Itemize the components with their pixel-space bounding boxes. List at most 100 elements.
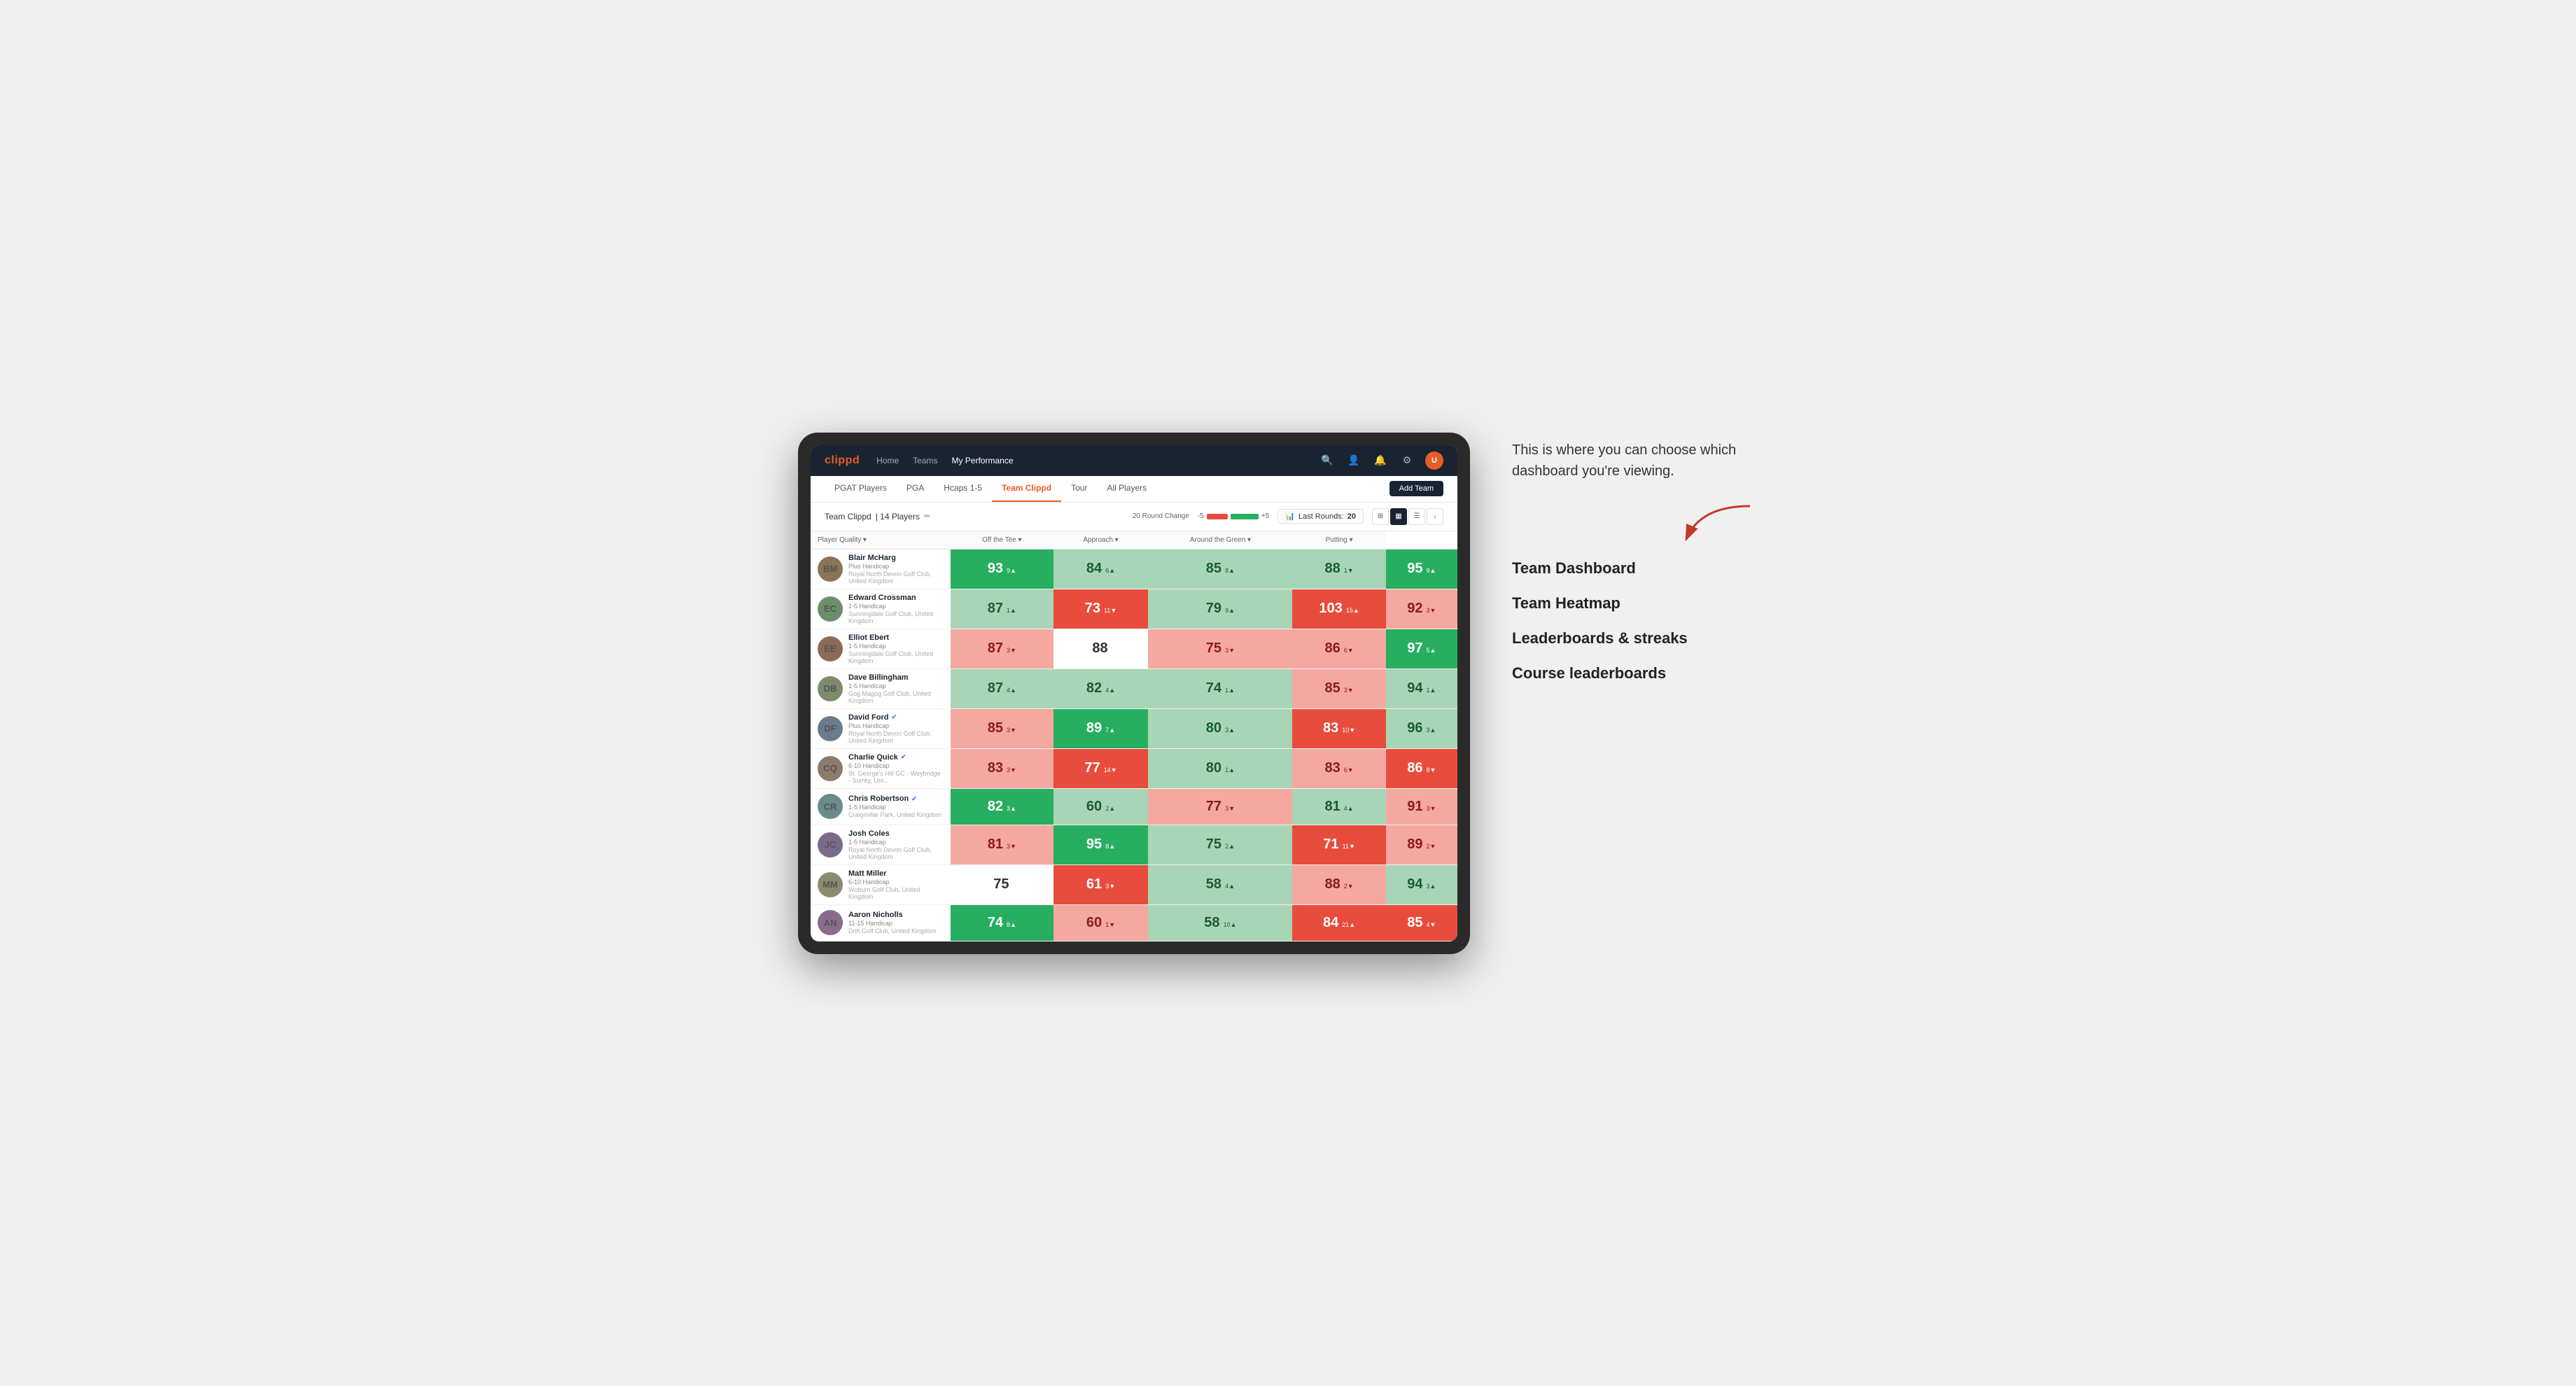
player-info: Dave Billingham 1-5 Handicap Gog Magog G… (848, 673, 944, 704)
metric-change: 1▲ (1427, 687, 1436, 694)
logo: clippd (825, 454, 860, 467)
player-info: Elliot Ebert 1-5 Handicap Sunningdale Go… (848, 634, 944, 664)
approach-cell: 74 1▲ (1148, 668, 1292, 708)
bell-icon[interactable]: 🔔 (1372, 452, 1389, 469)
metric-value: 87 (988, 640, 1003, 656)
metric-change: 1▼ (1344, 567, 1354, 574)
player-avatar: DB (818, 676, 843, 701)
player-hcp: 1-5 Handicap (848, 804, 941, 811)
player-hcp: Plus Handicap (848, 722, 944, 729)
settings-icon[interactable]: ⚙ (1399, 452, 1415, 469)
player-quality-cell: 85 3▼ (951, 708, 1054, 748)
metric-change: 3▼ (1225, 805, 1235, 812)
player-avatar: MM (818, 872, 843, 897)
tab-all-players[interactable]: All Players (1097, 475, 1156, 502)
player-quality-cell: 74 8▲ (951, 904, 1054, 941)
metric-change: 3▼ (1225, 647, 1235, 654)
metric-value: 88 (1324, 561, 1340, 576)
option-leaderboards[interactable]: Leaderboards & streaks (1512, 629, 1778, 648)
tablet-frame: clippd Home Teams My Performance 🔍 👤 🔔 ⚙… (798, 433, 1470, 954)
table-row[interactable]: CQ Charlie Quick ✔ 6-10 Handicap St. Geo… (811, 748, 1457, 788)
option-course-leaderboards[interactable]: Course leaderboards (1512, 664, 1778, 682)
table-row[interactable]: EC Edward Crossman 1-5 Handicap Sunningd… (811, 589, 1457, 629)
edit-icon[interactable]: ✏ (924, 512, 930, 521)
nav-bar: clippd Home Teams My Performance 🔍 👤 🔔 ⚙… (811, 445, 1457, 476)
metric-change: 4▼ (1427, 921, 1436, 928)
player-info: Chris Robertson ✔ 1-5 Handicap Craigmill… (848, 794, 941, 818)
verified-icon: ✔ (911, 795, 917, 803)
tab-hcaps[interactable]: Hcaps 1-5 (934, 475, 992, 502)
search-icon[interactable]: 🔍 (1319, 452, 1336, 469)
neg-value: -5 (1198, 512, 1204, 520)
metric-value: 88 (1324, 876, 1340, 892)
off-tee-cell: 89 7▲ (1054, 708, 1149, 748)
putting-cell: 91 3▼ (1386, 788, 1457, 825)
last-rounds-button[interactable]: 📊 Last Rounds: 20 (1278, 509, 1364, 524)
metric-value: 75 (1206, 640, 1222, 656)
table-row[interactable]: EE Elliot Ebert 1-5 Handicap Sunningdale… (811, 629, 1457, 668)
nav-teams[interactable]: Teams (913, 453, 937, 468)
nav-my-performance[interactable]: My Performance (951, 453, 1013, 468)
grid-view-button[interactable]: ⊞ (1372, 508, 1389, 525)
table-row[interactable]: AN Aaron Nicholls 11-15 Handicap Drift G… (811, 904, 1457, 941)
table-row[interactable]: DF David Ford ✔ Plus Handicap Royal Nort… (811, 708, 1457, 748)
tab-pgat-players[interactable]: PGAT Players (825, 475, 897, 502)
player-name: Matt Miller (848, 869, 944, 878)
table-row[interactable]: BM Blair McHarg Plus Handicap Royal Nort… (811, 549, 1457, 589)
player-name: Blair McHarg (848, 554, 944, 562)
tab-pga[interactable]: PGA (897, 475, 934, 502)
heatmap-view-button[interactable]: ▦ (1390, 508, 1407, 525)
metric-value: 74 (1206, 680, 1222, 696)
metric-value: 94 (1407, 680, 1422, 696)
table-row[interactable]: MM Matt Miller 6-10 Handicap Woburn Golf… (811, 864, 1457, 904)
metric-change: 3▼ (1427, 805, 1436, 812)
player-cell: DB Dave Billingham 1-5 Handicap Gog Mago… (811, 668, 951, 708)
option-team-dashboard[interactable]: Team Dashboard (1512, 559, 1778, 578)
metric-change: 4▲ (1344, 805, 1354, 812)
pos-value: +5 (1261, 512, 1269, 520)
add-team-button[interactable]: Add Team (1390, 481, 1443, 496)
player-avatar: EE (818, 636, 843, 662)
approach-cell: 79 9▲ (1148, 589, 1292, 629)
player-name: Elliot Ebert (848, 634, 944, 642)
team-header: Team Clippd | 14 Players ✏ 20 Round Chan… (811, 503, 1457, 531)
off-tee-cell: 61 3▼ (1054, 864, 1149, 904)
table-row[interactable]: JC Josh Coles 1-5 Handicap Royal North D… (811, 825, 1457, 864)
around-green-cell: 103 15▲ (1292, 589, 1385, 629)
table-container: Player Quality ▾ Off the Tee ▾ Approach … (811, 531, 1457, 941)
metric-change: 3▼ (1007, 647, 1016, 654)
player-quality-cell: 87 3▼ (951, 629, 1054, 668)
option-team-heatmap[interactable]: Team Heatmap (1512, 594, 1778, 612)
metric-change: 2▲ (1105, 805, 1115, 812)
player-info: Josh Coles 1-5 Handicap Royal North Devo… (848, 830, 944, 860)
download-button[interactable]: ↓ (1427, 508, 1443, 525)
player-avatar: CQ (818, 756, 843, 781)
list-view-button[interactable]: ☰ (1408, 508, 1425, 525)
player-info: David Ford ✔ Plus Handicap Royal North D… (848, 713, 944, 744)
table-row[interactable]: DB Dave Billingham 1-5 Handicap Gog Mago… (811, 668, 1457, 708)
around-green-cell: 71 11▼ (1292, 825, 1385, 864)
metric-value: 92 (1407, 601, 1422, 616)
tab-tour[interactable]: Tour (1061, 475, 1097, 502)
metric-value: 85 (1324, 680, 1340, 696)
verified-icon: ✔ (901, 753, 906, 761)
tab-team-clippd[interactable]: Team Clippd (992, 475, 1061, 502)
round-change-label: 20 Round Change (1133, 512, 1189, 520)
player-hcp: 1-5 Handicap (848, 603, 944, 610)
nav-home[interactable]: Home (876, 453, 899, 468)
player-name: Dave Billingham (848, 673, 944, 682)
putting-cell: 94 1▲ (1386, 668, 1457, 708)
metric-change: 3▼ (1344, 687, 1354, 694)
player-quality-cell: 87 1▲ (951, 589, 1054, 629)
user-icon[interactable]: 👤 (1345, 452, 1362, 469)
metric-change: 1▼ (1105, 921, 1115, 928)
table-row[interactable]: CR Chris Robertson ✔ 1-5 Handicap Craigm… (811, 788, 1457, 825)
player-cell: DF David Ford ✔ Plus Handicap Royal Nort… (811, 708, 951, 748)
avatar[interactable]: U (1425, 451, 1443, 470)
player-cell: EC Edward Crossman 1-5 Handicap Sunningd… (811, 589, 951, 629)
player-cell: AN Aaron Nicholls 11-15 Handicap Drift G… (811, 904, 951, 941)
putting-cell: 95 9▲ (1386, 549, 1457, 589)
player-name: Aaron Nicholls (848, 911, 937, 919)
metric-value: 83 (1323, 720, 1338, 736)
metric-value: 77 (1084, 760, 1100, 776)
